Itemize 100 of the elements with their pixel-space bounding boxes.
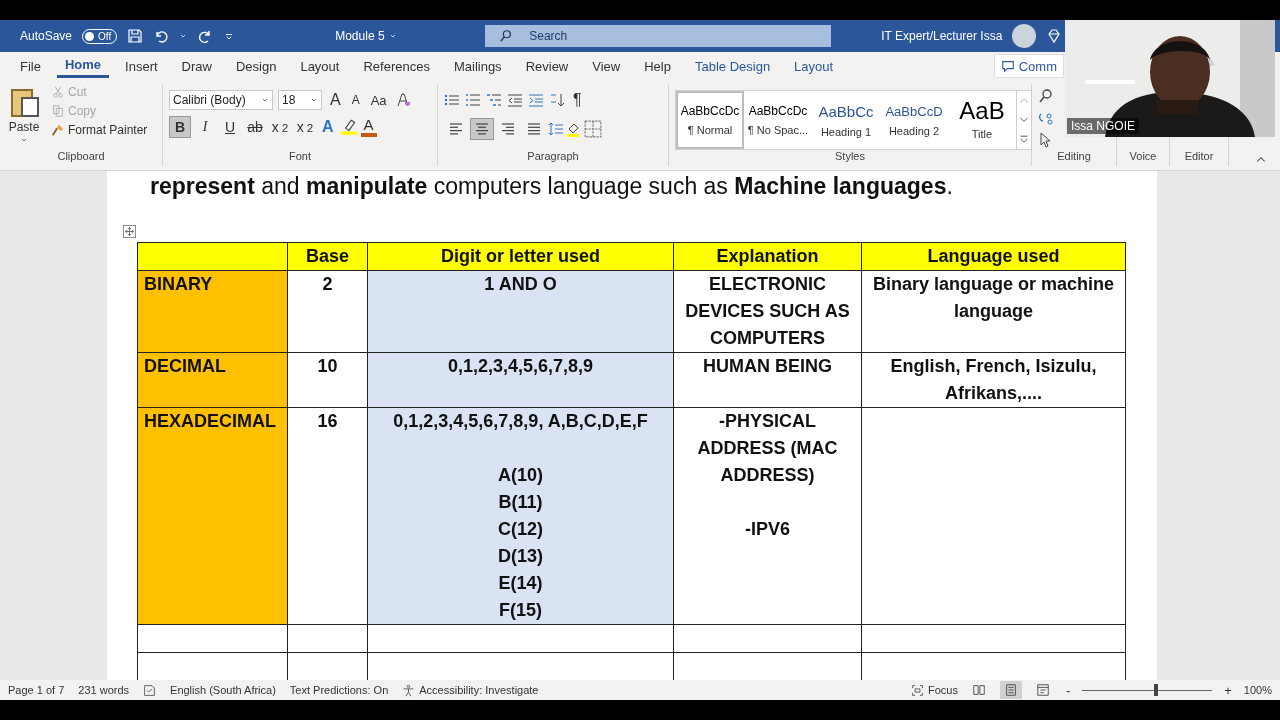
font-size-field[interactable]: 18	[278, 90, 322, 110]
table-cell: DECIMAL	[137, 352, 288, 408]
undo-icon[interactable]	[153, 28, 170, 44]
print-layout-icon	[1003, 683, 1018, 697]
focus-icon[interactable]	[910, 683, 924, 697]
change-case-button[interactable]: Aa	[367, 91, 390, 109]
word-count[interactable]: 231 words	[78, 684, 130, 696]
show-formatting-button[interactable]: ¶	[570, 90, 585, 110]
ribbon-tab[interactable]: Layout	[292, 52, 348, 80]
format-button[interactable]: I	[194, 116, 216, 138]
column-header: Language used	[861, 242, 1126, 271]
format-button[interactable]: ab	[244, 116, 266, 138]
table-cell: BINARY	[137, 270, 288, 353]
format-button[interactable]: U	[219, 116, 241, 138]
multilevel-list-icon[interactable]	[486, 92, 502, 108]
web-layout-icon	[1035, 683, 1050, 697]
sort-icon[interactable]	[549, 92, 565, 108]
grow-font-button[interactable]: A	[327, 90, 344, 110]
table-cell: -PHYSICAL ADDRESS (MAC ADDRESS) -IPV6	[673, 407, 862, 625]
format-painter-button[interactable]: Format Painter	[48, 122, 151, 138]
clipboard-icon	[8, 86, 40, 118]
table-cell: English, French, Isizulu, Afrikans,....	[861, 352, 1126, 408]
replace-icon[interactable]	[1038, 110, 1054, 126]
style-option[interactable]: AaBbCcDc ¶ Normal	[676, 91, 744, 149]
align-center-icon	[474, 121, 490, 137]
zoom-in-button[interactable]: +	[1222, 682, 1234, 698]
align-right-icon	[500, 121, 516, 137]
ribbon-tab[interactable]: Draw	[173, 52, 220, 80]
column-header: Explanation	[673, 242, 862, 271]
paste-button[interactable]: Paste	[6, 84, 42, 150]
align-left-icon	[448, 121, 464, 137]
zoom-level[interactable]: 100%	[1243, 684, 1272, 696]
focus-button[interactable]: Focus	[927, 684, 958, 696]
table-cell: 0,1,2,3,4,5,6,7,8,9	[367, 352, 674, 408]
read-mode-icon	[971, 683, 986, 697]
column-header: Base	[287, 242, 368, 271]
highlighter-icon[interactable]	[339, 118, 358, 136]
search-icon[interactable]	[1038, 88, 1054, 104]
numbering-icon[interactable]	[465, 92, 481, 108]
table-cell: 1 AND O	[367, 270, 674, 353]
ribbon-tab[interactable]: File	[12, 52, 49, 80]
ribbon-tab[interactable]: Mailings	[445, 52, 510, 80]
caret-icon[interactable]	[20, 136, 28, 144]
zoom-out-button[interactable]: -	[1063, 682, 1073, 698]
search-field[interactable]: Search	[485, 25, 832, 47]
group-label: Clipboard	[56, 150, 106, 164]
clear-formatting-icon[interactable]	[394, 92, 411, 108]
text-predictions-status[interactable]: Text Predictions: On	[289, 684, 389, 696]
language-status[interactable]: English (South Africa)	[170, 684, 276, 696]
accessibility-status[interactable]: Accessibility: Investigate	[419, 684, 539, 696]
group-label: Font	[288, 150, 312, 164]
align-button[interactable]	[470, 118, 494, 140]
save-icon[interactable]	[127, 28, 144, 44]
avatar-icon[interactable]	[1012, 24, 1037, 48]
shading-icon[interactable]	[566, 121, 582, 137]
page-count[interactable]: Page 1 of 7	[8, 684, 65, 696]
ribbon-tab[interactable]: Design	[227, 52, 285, 80]
ribbon-tab[interactable]: View	[584, 52, 629, 80]
ribbon-tab[interactable]: References	[355, 52, 438, 80]
group-label: Paragraph	[526, 150, 580, 164]
caret-icon[interactable]	[310, 96, 318, 104]
accessibility-icon[interactable]	[402, 683, 416, 697]
table-cell: 0,1,2,3,4,5,6,7,8,9, A,B,C,D,E,F A(10) B(11) C(12) D(13) E(14) F(15)	[367, 407, 674, 625]
shrink-font-button[interactable]: A	[348, 92, 363, 108]
font-color-button[interactable]: A	[360, 117, 377, 137]
ribbon-tab[interactable]: Review	[517, 52, 577, 80]
ribbon-tab[interactable]: Insert	[117, 52, 166, 80]
proofing-icon[interactable]	[143, 683, 157, 697]
caret-icon[interactable]	[261, 96, 269, 104]
body-text: represent and manipulate computers language such as Machine languages.	[150, 173, 954, 199]
autosave-label: AutoSave	[20, 29, 73, 43]
comments-button[interactable]: Comm	[993, 54, 1064, 78]
group-label: Styles	[834, 150, 866, 164]
account-name[interactable]: IT Expert/Lecturer Issa	[881, 29, 1003, 43]
column-header: Digit or letter used	[367, 242, 674, 271]
text-effects-button[interactable]: A	[319, 117, 337, 137]
table-cell: HUMAN BEING	[673, 352, 862, 408]
caret-icon[interactable]	[179, 32, 188, 40]
format-button[interactable]: B	[169, 116, 191, 138]
ribbon-tab[interactable]: Help	[636, 52, 679, 80]
group-label: Editing	[1056, 150, 1092, 164]
ribbon-tab[interactable]: Layout	[786, 52, 842, 80]
copy-icon	[51, 104, 65, 118]
participant-name: Issa NGOIE	[1067, 118, 1139, 134]
table-cell: Binary language or machine language	[861, 270, 1126, 353]
search-icon	[499, 29, 514, 43]
table-cell: 16	[287, 407, 368, 625]
view-button[interactable]	[999, 681, 1022, 699]
caret-icon[interactable]	[388, 32, 397, 40]
zoom-slider-thumb[interactable]	[1154, 684, 1159, 696]
paintbrush-icon	[51, 123, 65, 137]
group-label: Voice	[1128, 150, 1158, 164]
document-title[interactable]: Module 5	[335, 29, 385, 43]
line-spacing-icon[interactable]	[548, 121, 564, 137]
ribbon-tab[interactable]: Table Design	[686, 52, 779, 80]
scissors-icon	[51, 85, 65, 99]
bullets-icon[interactable]	[444, 92, 460, 108]
align-justify-icon	[526, 121, 542, 137]
table-move-handle-icon[interactable]	[123, 225, 136, 238]
font-name-field[interactable]: Calibri (Body)	[169, 90, 273, 110]
